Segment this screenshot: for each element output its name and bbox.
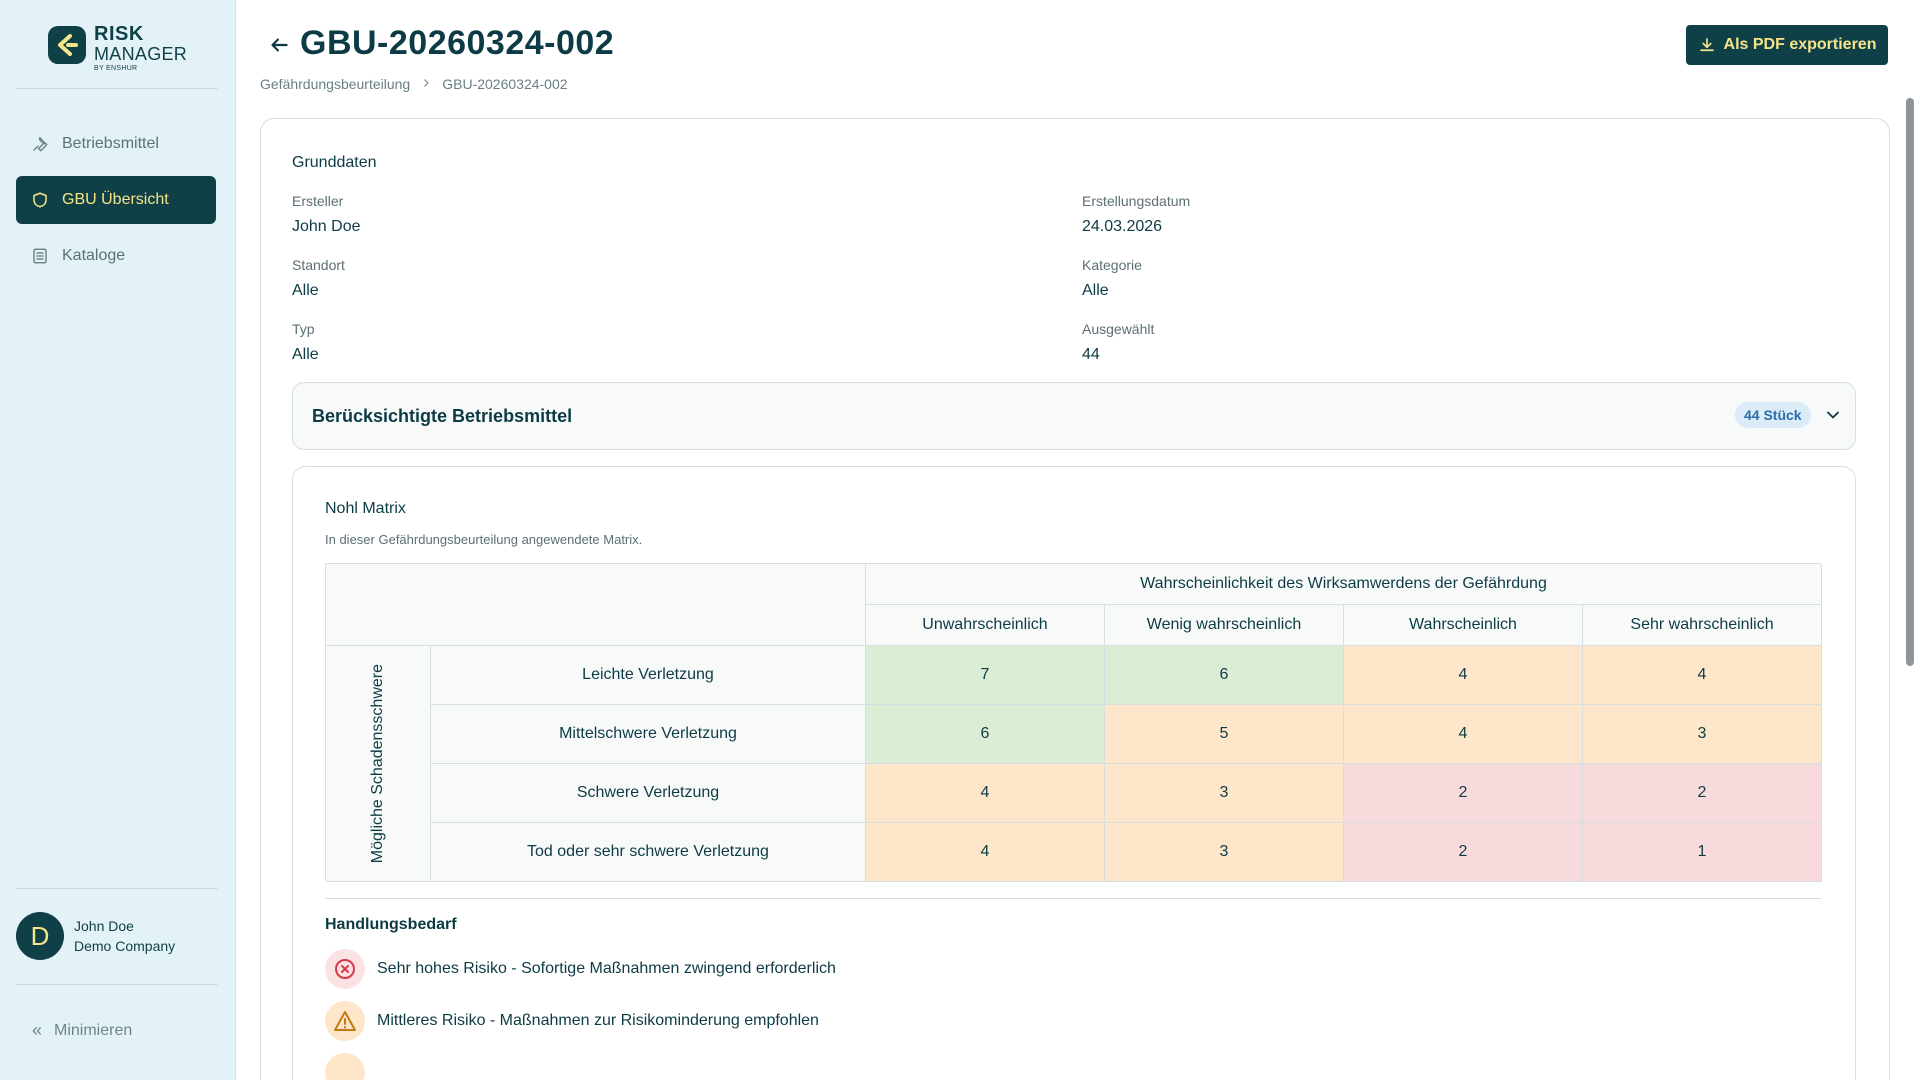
accordion-title: Berücksichtigte Betriebsmittel <box>312 406 573 426</box>
legend-item-partial <box>325 1053 377 1080</box>
matrix-cell: 2 <box>1583 764 1822 823</box>
matrix-cell: 3 <box>1583 705 1822 764</box>
user-name: John Doe <box>74 918 134 934</box>
col-header: Wahrscheinlich <box>1344 605 1583 646</box>
kategorie-label: Kategorie <box>1082 257 1142 273</box>
logo-line1: RISK <box>94 23 144 45</box>
chevrons-left-icon: « <box>32 1020 43 1040</box>
download-icon <box>1699 38 1714 52</box>
sidebar-item-betriebsmittel[interactable]: Betriebsmittel <box>16 120 216 168</box>
x-circle-icon <box>325 949 365 989</box>
erstellungsdatum-value: 24.03.2026 <box>1082 218 1163 235</box>
standort-value: Alle <box>292 282 319 299</box>
shield-icon <box>30 190 50 210</box>
sidebar: RISK MANAGER BY ENSHUR Betriebsmittel GB… <box>0 0 236 1080</box>
row-header: Leichte Verletzung <box>431 646 866 705</box>
list-icon <box>30 246 50 266</box>
breadcrumb-current: GBU-20260324-002 <box>442 76 568 92</box>
matrix-cell: 4 <box>1583 646 1822 705</box>
logo-line2: MANAGER <box>94 44 188 64</box>
matrix-cell: 3 <box>1105 764 1344 823</box>
warning-icon <box>325 1053 365 1080</box>
sidebar-item-label: Betriebsmittel <box>62 135 159 152</box>
handlungsbedarf-title: Handlungsbedarf <box>325 916 457 933</box>
row-group-label: Mögliche Schadensschwere <box>369 663 386 864</box>
col-header: Wenig wahrscheinlich <box>1105 605 1344 646</box>
scrollbar[interactable] <box>1906 98 1914 666</box>
sidebar-divider <box>16 888 218 889</box>
matrix-cell: 4 <box>1344 646 1583 705</box>
betriebsmittel-accordion[interactable]: Berücksichtigte Betriebsmittel 44 Stück <box>292 382 1856 450</box>
legend-text: Mittleres Risiko - Maßnahmen zur Risikom… <box>377 1012 819 1029</box>
back-arrow-icon[interactable] <box>266 32 292 58</box>
nohl-matrix: Wahrscheinlichkeit des Wirksamwerdens de… <box>325 563 1822 882</box>
col-group-header: Wahrscheinlichkeit des Wirksamwerdens de… <box>866 564 1822 605</box>
logo[interactable]: RISK MANAGER BY ENSHUR <box>48 24 187 72</box>
avatar: D <box>16 912 64 960</box>
matrix-cell: 4 <box>1344 705 1583 764</box>
erstellungsdatum-label: Erstellungsdatum <box>1082 193 1191 209</box>
matrix-cell: 2 <box>1344 764 1583 823</box>
warning-icon <box>325 1001 365 1041</box>
sidebar-divider <box>16 88 218 89</box>
matrix-cell: 3 <box>1105 823 1344 882</box>
row-group-header: Mögliche Schadensschwere <box>326 646 431 882</box>
row-header: Schwere Verletzung <box>431 764 866 823</box>
sidebar-item-label: GBU Übersicht <box>62 191 169 208</box>
matrix-cell: 4 <box>866 823 1105 882</box>
breadcrumb-link[interactable]: Gefährdungsbeurteilung <box>260 76 410 92</box>
chevron-down-icon[interactable] <box>1823 405 1843 430</box>
sidebar-item-kataloge[interactable]: Kataloge <box>16 232 216 280</box>
matrix-cell: 5 <box>1105 705 1344 764</box>
ausgewaehlt-label: Ausgewählt <box>1082 321 1155 337</box>
export-pdf-button[interactable]: Als PDF exportieren <box>1686 25 1888 65</box>
ersteller-label: Ersteller <box>292 193 344 209</box>
matrix-subtitle: In dieser Gefährdungsbeurteilung angewen… <box>325 532 643 547</box>
sidebar-item-gbu-uebersicht[interactable]: GBU Übersicht <box>16 176 216 224</box>
matrix-cell: 1 <box>1583 823 1822 882</box>
legend-item: Sehr hohes Risiko - Sofortige Maßnahmen … <box>325 949 836 989</box>
user-company: Demo Company <box>74 938 176 954</box>
ersteller-value: John Doe <box>292 218 361 235</box>
legend-text: Sehr hohes Risiko - Sofortige Maßnahmen … <box>377 960 836 977</box>
row-header: Mittelschwere Verletzung <box>431 705 866 764</box>
col-header: Sehr wahrscheinlich <box>1583 605 1822 646</box>
standort-label: Standort <box>292 257 345 273</box>
minimize-button[interactable]: « Minimieren <box>32 1020 132 1041</box>
breadcrumb: Gefährdungsbeurteilung GBU-20260324-002 <box>260 76 568 92</box>
logo-icon <box>48 26 86 64</box>
minimize-label: Minimieren <box>54 1021 133 1039</box>
wrench-icon <box>30 134 50 154</box>
grunddaten-title: Grunddaten <box>292 154 377 171</box>
logo-line3: BY ENSHUR <box>94 65 138 72</box>
matrix-cell: 7 <box>866 646 1105 705</box>
divider <box>325 898 1821 899</box>
matrix-cell: 2 <box>1344 823 1583 882</box>
sidebar-item-label: Kataloge <box>62 247 126 264</box>
row-header: Tod oder sehr schwere Verletzung <box>431 823 866 882</box>
matrix-cell: 6 <box>866 705 1105 764</box>
matrix-cell: 6 <box>1105 646 1344 705</box>
kategorie-value: Alle <box>1082 282 1109 299</box>
legend-item: Mittleres Risiko - Maßnahmen zur Risikom… <box>325 1001 819 1041</box>
user-profile[interactable]: D John Doe Demo Company <box>16 912 175 960</box>
page-title: GBU-20260324-002 <box>300 24 615 62</box>
ausgewaehlt-value: 44 <box>1082 346 1100 363</box>
chevron-right-icon <box>420 76 432 92</box>
col-header: Unwahrscheinlich <box>866 605 1105 646</box>
typ-value: Alle <box>292 346 319 363</box>
typ-label: Typ <box>292 321 315 337</box>
matrix-cell: 4 <box>866 764 1105 823</box>
sidebar-divider <box>16 984 218 985</box>
export-label: Als PDF exportieren <box>1723 36 1877 53</box>
matrix-title: Nohl Matrix <box>325 500 406 517</box>
matrix-corner <box>326 564 866 646</box>
count-badge: 44 Stück <box>1735 402 1811 428</box>
